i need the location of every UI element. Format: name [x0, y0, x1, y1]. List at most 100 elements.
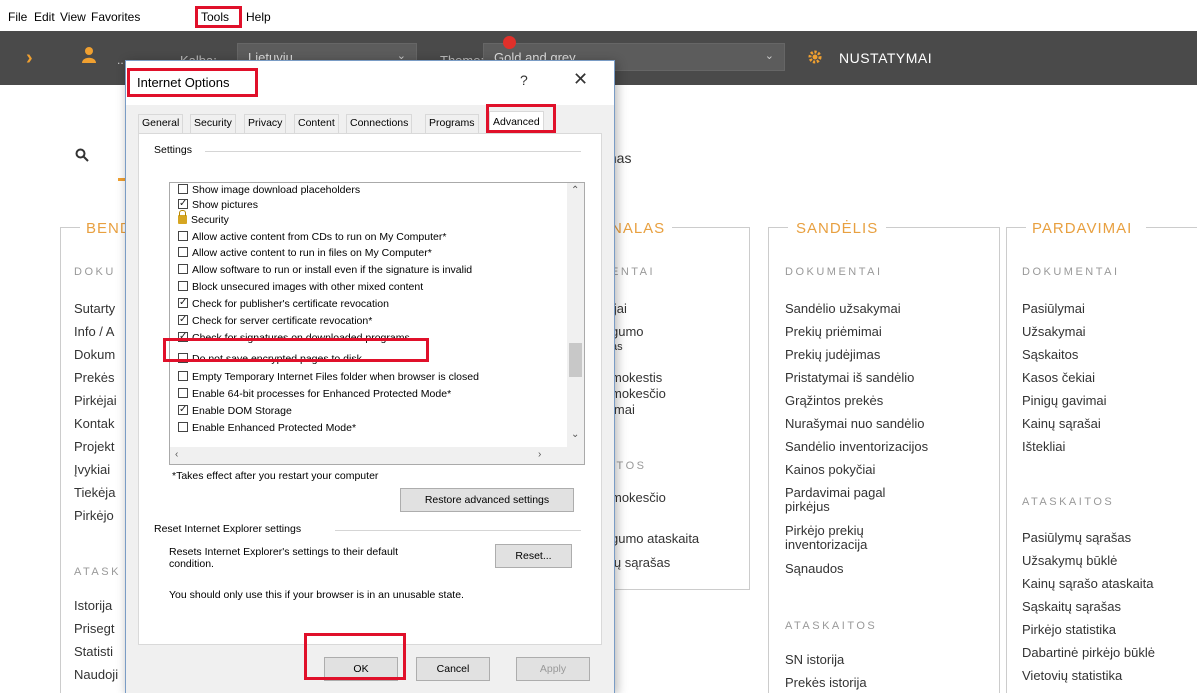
menu-favorites[interactable]: Favorites	[91, 10, 140, 24]
list-item[interactable]: Užsakymų būklė	[1022, 553, 1117, 569]
menu-file[interactable]: File	[8, 10, 27, 24]
list-item[interactable]: mokestis	[611, 370, 662, 386]
list-item[interactable]: mokesčio	[611, 386, 666, 402]
search-icon[interactable]	[75, 148, 89, 162]
cancel-button[interactable]: Cancel	[416, 657, 490, 681]
help-button[interactable]: ?	[520, 72, 528, 88]
setting-row[interactable]: Check for signatures on downloaded progr…	[178, 330, 410, 346]
checkbox[interactable]	[178, 197, 188, 210]
menu-tools[interactable]: Tools	[201, 10, 229, 24]
list-item[interactable]: mokesčio	[611, 490, 666, 506]
checkbox[interactable]	[178, 353, 188, 363]
horizontal-scrollbar[interactable]: ‹ ›	[170, 447, 584, 464]
setting-row[interactable]: Show pictures	[178, 197, 258, 213]
expand-chevron-icon[interactable]: ›	[26, 47, 33, 70]
checkbox[interactable]	[178, 371, 188, 381]
list-item[interactable]: Prekių judėjimas	[785, 347, 880, 363]
tab-general[interactable]: General	[138, 114, 184, 134]
setting-row[interactable]: Empty Temporary Internet Files folder wh…	[178, 371, 479, 385]
list-item[interactable]: Prisegt	[74, 621, 114, 637]
list-item[interactable]: Kasos čekiai	[1022, 370, 1095, 386]
list-item[interactable]: Pasiūlymai	[1022, 301, 1085, 317]
gear-icon[interactable]	[808, 50, 822, 64]
list-item[interactable]: Istorija	[74, 598, 112, 614]
list-item[interactable]: Vietovių statistika	[1022, 668, 1122, 684]
tab-connections[interactable]: Connections	[346, 114, 413, 134]
list-item[interactable]: Kainos pokyčiai	[785, 462, 875, 478]
list-item[interactable]: gumo	[611, 324, 644, 340]
scroll-right-icon[interactable]: ›	[538, 449, 541, 460]
tab-programs[interactable]: Programs	[425, 114, 479, 134]
setting-row[interactable]: Check for publisher's certificate revoca…	[178, 296, 389, 312]
setting-row-do-not-save-encrypted[interactable]: Do not save encrypted pages to disk	[178, 353, 362, 367]
setting-row[interactable]: Show image download placeholders	[178, 184, 360, 198]
list-item[interactable]: Projekt	[74, 439, 114, 455]
scroll-up-icon[interactable]: ⌃	[571, 185, 579, 196]
checkbox[interactable]	[178, 330, 188, 343]
list-item[interactable]: Dabartinė pirkėjo būklė	[1022, 645, 1155, 661]
setting-row[interactable]: Enable Enhanced Protected Mode*	[178, 422, 356, 436]
list-item[interactable]: Pirkėjo statistika	[1022, 622, 1116, 638]
list-item[interactable]: inventorizacija	[785, 537, 867, 553]
list-item[interactable]: Prekių priėmimai	[785, 324, 882, 340]
settings-link[interactable]: NUSTATYMAI	[839, 50, 932, 66]
scroll-down-icon[interactable]: ⌄	[571, 429, 579, 440]
list-item[interactable]: Pinigų gavimai	[1022, 393, 1107, 409]
list-item[interactable]: gumo ataskaita	[611, 531, 699, 547]
setting-row[interactable]: Allow active content to run in files on …	[178, 247, 432, 261]
list-item[interactable]: ių sąrašas	[611, 555, 670, 571]
checkbox[interactable]	[178, 281, 188, 291]
menu-view[interactable]: View	[60, 10, 86, 24]
setting-row[interactable]: Check for server certificate revocation*	[178, 313, 372, 329]
list-item[interactable]: Dokum	[74, 347, 115, 363]
list-item[interactable]: Kontak	[74, 416, 114, 432]
setting-row[interactable]: Block unsecured images with other mixed …	[178, 281, 423, 295]
setting-row[interactable]: Allow active content from CDs to run on …	[178, 231, 446, 245]
ok-button[interactable]: OK	[324, 657, 398, 681]
scroll-left-icon[interactable]: ‹	[175, 449, 178, 460]
checkbox[interactable]	[178, 313, 188, 326]
list-item[interactable]: Sąskaitos	[1022, 347, 1078, 363]
list-item[interactable]: Pasiūlymų sąrašas	[1022, 530, 1131, 546]
list-item[interactable]: Tiekėja	[74, 485, 115, 501]
apply-button[interactable]: Apply	[516, 657, 590, 681]
list-item[interactable]: Sandėlio inventorizacijos	[785, 439, 928, 455]
list-item[interactable]: Užsakymai	[1022, 324, 1086, 340]
setting-row[interactable]: Enable 64-bit processes for Enhanced Pro…	[178, 388, 451, 402]
list-item[interactable]: Įvykiai	[74, 462, 110, 478]
list-item[interactable]: pirkėjus	[785, 499, 830, 515]
checkbox[interactable]	[178, 264, 188, 274]
list-item[interactable]: Sutarty	[74, 301, 115, 317]
list-item[interactable]: SN istorija	[785, 652, 844, 668]
checkbox[interactable]	[178, 296, 188, 309]
user-icon[interactable]	[82, 46, 96, 64]
list-item[interactable]: Pirkėjo	[74, 508, 114, 524]
checkbox[interactable]	[178, 403, 188, 416]
list-item[interactable]: Grąžintos prekės	[785, 393, 883, 409]
setting-row[interactable]: Allow software to run or install even if…	[178, 264, 472, 278]
list-item[interactable]: Info / A	[74, 324, 114, 340]
reset-button[interactable]: Reset...	[495, 544, 572, 568]
list-item[interactable]: Sąskaitų sąrašas	[1022, 599, 1121, 615]
list-item[interactable]: Prekės	[74, 370, 114, 386]
list-item[interactable]: Nurašymai nuo sandėlio	[785, 416, 924, 432]
tab-security[interactable]: Security	[190, 114, 236, 134]
tab-advanced[interactable]: Advanced	[489, 111, 544, 135]
checkbox[interactable]	[178, 184, 188, 194]
list-item[interactable]: Naudoji	[74, 667, 118, 683]
checkbox[interactable]	[178, 231, 188, 241]
close-icon[interactable]: ✕	[573, 69, 588, 90]
tab-privacy[interactable]: Privacy	[244, 114, 287, 134]
list-item[interactable]: Pirkėjai	[74, 393, 117, 409]
checkbox[interactable]	[178, 388, 188, 398]
list-item[interactable]: Prekės istorija	[785, 675, 867, 691]
list-item[interactable]: Ištekliai	[1022, 439, 1065, 455]
scroll-thumb[interactable]	[569, 343, 582, 377]
restore-advanced-settings-button[interactable]: Restore advanced settings	[400, 488, 574, 512]
list-item[interactable]: Kainų sąrašai	[1022, 416, 1101, 432]
menu-help[interactable]: Help	[246, 10, 271, 24]
list-item[interactable]: Sąnaudos	[785, 561, 844, 577]
setting-row[interactable]: Enable DOM Storage	[178, 403, 292, 419]
menu-edit[interactable]: Edit	[34, 10, 55, 24]
list-item[interactable]: Statisti	[74, 644, 113, 660]
